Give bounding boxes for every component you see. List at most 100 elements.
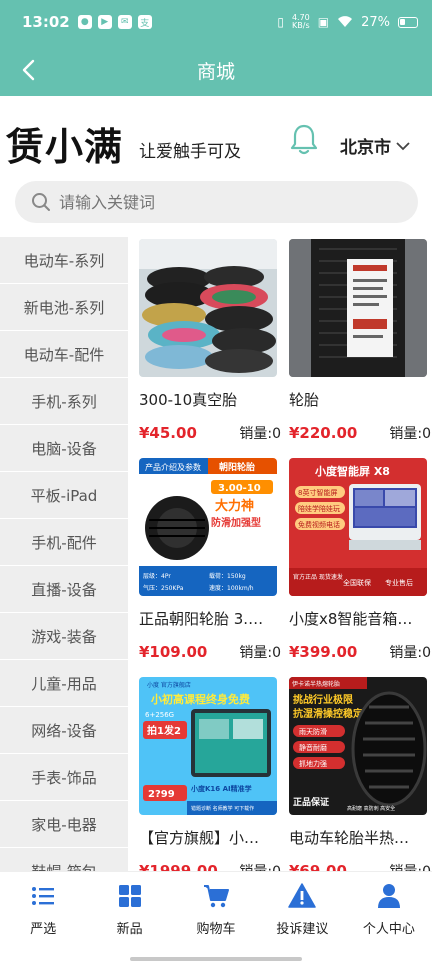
product-card[interactable]: 小度 官方旗舰店 小初高课程终身免费 6+256G 拍1发2 2?99 小度K1… <box>139 677 281 871</box>
img-text-title2: 抗湿滑操控稳定 <box>293 707 363 720</box>
product-meta: ¥109.00 销量:0 <box>139 642 281 662</box>
nav-label-featured: 严选 <box>30 922 57 937</box>
city-selector[interactable]: 北京市 <box>340 133 411 158</box>
product-sales: 销量:0 <box>239 426 281 442</box>
product-price: ¥45.00 <box>139 424 197 442</box>
status-right: ▯ 4.70 KB/s ▣ 27% <box>277 14 418 30</box>
sidebar-item-tablet[interactable]: 平板-iPad <box>0 472 128 519</box>
header: 商城 <box>0 44 432 96</box>
img-text-intro: 产品介绍及参数 <box>145 462 201 472</box>
product-card[interactable]: 产品介绍及参数 朝阳轮胎 3.00-10 大力神 防滑加强型 层级：4Pr 载荷… <box>139 458 281 662</box>
product-price: ¥69.00 <box>289 862 347 871</box>
product-card[interactable]: 轮胎 ¥220.00 销量:0 <box>289 239 431 443</box>
product-price: ¥220.00 <box>289 424 358 442</box>
img-text-model: 小度K16 AI精准学 <box>190 784 252 793</box>
back-button[interactable] <box>14 56 42 84</box>
nav-item-featured[interactable]: 严选 <box>0 872 86 943</box>
sidebar-item-gaming[interactable]: 游戏-装备 <box>0 613 128 660</box>
sidebar-item-battery-series[interactable]: 新电池-系列 <box>0 284 128 331</box>
grid-icon <box>118 885 141 907</box>
product-card[interactable]: 300-10真空胎 ¥45.00 销量:0 <box>139 239 281 443</box>
img-text-spec3: 气压：250KPa <box>143 584 184 592</box>
img-text-slogan1: 大力神 <box>215 498 254 514</box>
product-meta: ¥220.00 销量:0 <box>289 423 431 443</box>
img-text-title: 小初高课程终身免费 <box>150 692 250 706</box>
img-text-size: 3.00-10 <box>218 483 261 494</box>
nav-label-profile: 个人中心 <box>362 922 415 937</box>
product-image-tire[interactable] <box>289 239 427 377</box>
nav-item-profile[interactable]: 个人中心 <box>346 872 432 943</box>
battery-percent: 27% <box>361 14 390 30</box>
status-time: 13:02 <box>22 13 70 31</box>
img-text-f1: 雨天防滑 <box>299 727 327 736</box>
img-text-b2: 全国联保 <box>343 578 371 587</box>
sidebar-item-phone-series[interactable]: 手机-系列 <box>0 378 128 425</box>
img-text-badge: 官方正品 现货速发 <box>293 573 343 581</box>
ebike-tire-image: 伊卡诺半热熔轮胎 挑战行业极限 抗湿滑操控稳定 雨天防滑 静音耐磨 抓地力强 正… <box>289 677 427 815</box>
category-sidebar[interactable]: 电动车-系列 新电池-系列 电动车-配件 手机-系列 电脑-设备 平板-iPad… <box>0 237 128 871</box>
img-text-promo: 拍1发2 <box>147 724 181 737</box>
img-text-title1: 挑战行业极限 <box>293 693 354 706</box>
product-image-tires-stack[interactable] <box>139 239 277 377</box>
search-icon <box>32 193 50 211</box>
sidebar-item-bags[interactable]: 鞋帽-箱包 <box>0 848 128 872</box>
product-image-xiaodu-x8[interactable]: 小度智能屏 X8 8英寸智能屏 陪娃学陪娃玩 免费视频电话 官方正品 现货速发 … <box>289 458 427 596</box>
img-text-tag2: 陪娃学陪娃玩 <box>298 504 340 513</box>
product-image-chaoyang-tire[interactable]: 产品介绍及参数 朝阳轮胎 3.00-10 大力神 防滑加强型 层级：4Pr 载荷… <box>139 458 277 596</box>
product-sales: 销量:0 <box>389 861 431 871</box>
nav-item-cart[interactable]: 购物车 <box>173 872 259 943</box>
notification-button[interactable] <box>287 122 321 156</box>
product-image-ebike-tire[interactable]: 伊卡诺半热熔轮胎 挑战行业极限 抗湿滑操控稳定 雨天防滑 静音耐磨 抓地力强 正… <box>289 677 427 815</box>
product-meta: ¥45.00 销量:0 <box>139 423 281 443</box>
xiaodu-x8-image: 小度智能屏 X8 8英寸智能屏 陪娃学陪娃玩 免费视频电话 官方正品 现货速发 … <box>289 458 427 596</box>
product-meta: ¥1999.00 销量:0 <box>139 861 281 871</box>
nav-item-new[interactable]: 新品 <box>86 872 172 943</box>
img-text-spec: 6+256G <box>145 711 174 719</box>
sidebar-item-phone-accessories[interactable]: 手机-配件 <box>0 519 128 566</box>
mail-notification-icon: ✉ <box>117 15 132 29</box>
alipay-notification-icon: 支 <box>137 15 152 29</box>
img-text-spec2: 载荷：150kg <box>209 572 246 580</box>
product-meta: ¥399.00 销量:0 <box>289 642 431 662</box>
sidebar-item-computer[interactable]: 电脑-设备 <box>0 425 128 472</box>
sidebar-item-kids[interactable]: 儿童-用品 <box>0 660 128 707</box>
search-input[interactable] <box>59 192 359 212</box>
city-label: 北京市 <box>340 138 391 158</box>
product-card[interactable]: 伊卡诺半热熔轮胎 挑战行业极限 抗湿滑操控稳定 雨天防滑 静音耐磨 抓地力强 正… <box>289 677 431 871</box>
page-title: 商城 <box>196 60 235 83</box>
wifi-icon <box>338 16 353 27</box>
search-bar[interactable] <box>15 181 418 223</box>
product-card[interactable]: 小度智能屏 X8 8英寸智能屏 陪娃学陪娃玩 免费视频电话 官方正品 现货速发 … <box>289 458 431 662</box>
product-grid: 300-10真空胎 ¥45.00 销量:0 轮胎 ¥220.00 销量:0 产品… <box>128 237 432 871</box>
nav-label-new: 新品 <box>116 922 143 937</box>
img-text-spec1: 层级：4Pr <box>143 572 171 580</box>
img-text-brand: 朝阳轮胎 <box>219 461 255 473</box>
battery-icon <box>398 16 418 28</box>
warning-icon <box>288 883 317 908</box>
sidebar-item-appliances[interactable]: 家电-电器 <box>0 801 128 848</box>
img-text-slogan2: 防滑加强型 <box>211 516 261 529</box>
sidebar-item-ebike-parts[interactable]: 电动车-配件 <box>0 331 128 378</box>
img-text-footer: 高耐磨 高防刺 高安全 <box>347 805 395 812</box>
product-meta: ¥69.00 销量:0 <box>289 861 431 871</box>
img-text-price: 2?99 <box>148 789 175 800</box>
product-image-xiaodu-k16[interactable]: 小度 官方旗舰店 小初高课程终身免费 6+256G 拍1发2 2?99 小度K1… <box>139 677 277 815</box>
nav-item-feedback[interactable]: 投诉建议 <box>259 872 345 943</box>
net-speed-unit: KB/s <box>292 21 310 30</box>
img-text-b3: 专业售后 <box>385 578 413 587</box>
product-price: ¥1999.00 <box>139 862 218 871</box>
product-name: 300-10真空胎 <box>139 391 238 409</box>
sidebar-item-network[interactable]: 网络-设备 <box>0 707 128 754</box>
chevron-left-icon <box>22 59 35 81</box>
img-text-footer: 错题诊断 名师教学 可下载作 <box>191 805 254 812</box>
nav-label-cart: 购物车 <box>196 922 236 937</box>
cart-icon <box>204 885 230 908</box>
sidebar-item-watches[interactable]: 手表-饰品 <box>0 754 128 801</box>
home-indicator[interactable] <box>130 957 302 961</box>
img-text-spec4: 速度：100km/h <box>209 584 254 592</box>
img-text-tag3: 免费视频电话 <box>298 520 340 529</box>
img-text-badge: 正品保证 <box>293 796 329 808</box>
sidebar-item-ebike-series[interactable]: 电动车-系列 <box>0 237 128 284</box>
img-text-f3: 抓地力强 <box>299 759 327 768</box>
sidebar-item-live-stream[interactable]: 直播-设备 <box>0 566 128 613</box>
